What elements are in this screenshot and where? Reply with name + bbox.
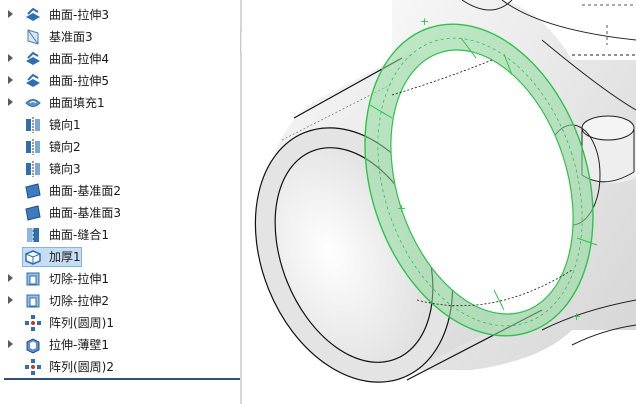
tree-item-label: 曲面-拉伸4	[49, 52, 109, 66]
tree-item[interactable]: 切除-拉伸1	[0, 268, 240, 290]
circular-pattern-icon	[24, 314, 42, 332]
tree-item-label: 基准面3	[49, 30, 93, 44]
tree-item[interactable]: 拉伸-薄壁1	[0, 334, 240, 356]
tree-item[interactable]: 曲面-基准面2	[0, 180, 240, 202]
tree-item-label: 曲面-拉伸3	[49, 8, 109, 22]
tree-item[interactable]: 曲面-拉伸5	[0, 70, 240, 92]
planar-surface-icon	[24, 204, 42, 222]
tree-item[interactable]: 曲面-缝合1	[0, 224, 240, 246]
tree-item-label: 拉伸-薄壁1	[49, 338, 109, 352]
tree-item[interactable]: 基准面3	[0, 26, 240, 48]
expand-arrow-icon[interactable]	[8, 76, 13, 84]
tree-item[interactable]: 切除-拉伸2	[0, 290, 240, 312]
mirror-icon	[24, 116, 42, 134]
thin-extrude-icon	[24, 336, 42, 354]
rollback-bar[interactable]	[4, 378, 240, 380]
tree-item[interactable]: 曲面-拉伸4	[0, 48, 240, 70]
tree-item[interactable]: 阵列(圆周)1	[0, 312, 240, 334]
tree-item-label: 切除-拉伸2	[49, 294, 109, 308]
tree-item[interactable]: 曲面-基准面3	[0, 202, 240, 224]
surface-extrude-icon	[24, 50, 42, 68]
tree-item-label: 镜向1	[49, 118, 81, 132]
svg-text:+: +	[420, 15, 429, 28]
thicken-icon	[24, 248, 42, 266]
graphics-area[interactable]: + + +	[242, 0, 636, 404]
planar-surface-icon	[24, 182, 42, 200]
circular-pattern-icon	[24, 358, 42, 376]
tree-item[interactable]: 曲面-拉伸3	[0, 4, 240, 26]
expand-arrow-icon[interactable]	[8, 98, 13, 106]
tree-item[interactable]: 镜向1	[0, 114, 240, 136]
tree-item-label: 阵列(圆周)2	[49, 360, 114, 374]
tree-item[interactable]: 阵列(圆周)2	[0, 356, 240, 378]
tree-item-label: 加厚1	[49, 250, 81, 264]
cut-extrude-icon	[24, 270, 42, 288]
tree-item-label: 镜向3	[49, 162, 81, 176]
tree-item-label: 曲面-拉伸5	[49, 74, 109, 88]
surface-extrude-icon	[24, 72, 42, 90]
tree-item-label: 曲面-缝合1	[49, 228, 109, 242]
mirror-icon	[24, 138, 42, 156]
expand-arrow-icon[interactable]	[8, 296, 13, 304]
svg-text:+: +	[572, 310, 581, 323]
tree-item-label: 曲面-基准面3	[49, 206, 121, 220]
tree-item-label: 镜向2	[49, 140, 81, 154]
expand-arrow-icon[interactable]	[8, 274, 13, 282]
tree-item-label: 切除-拉伸1	[49, 272, 109, 286]
surface-fill-icon	[24, 94, 42, 112]
knit-surface-icon	[24, 226, 42, 244]
tree-item[interactable]: 加厚1	[0, 246, 240, 268]
expand-arrow-icon[interactable]	[8, 54, 13, 62]
tree-item[interactable]: 镜向2	[0, 136, 240, 158]
surface-extrude-icon	[24, 6, 42, 24]
model-view: + + +	[254, 0, 636, 383]
tree-item-label: 阵列(圆周)1	[49, 316, 114, 330]
tree-item-label: 曲面-基准面2	[49, 184, 121, 198]
mirror-icon	[24, 160, 42, 178]
tree-item-label: 曲面填充1	[49, 96, 105, 110]
reference-plane-icon	[24, 28, 42, 46]
tree-item[interactable]: 镜向3	[0, 158, 240, 180]
expand-arrow-icon[interactable]	[8, 10, 13, 18]
svg-text:+: +	[397, 202, 406, 215]
expand-arrow-icon[interactable]	[8, 340, 13, 348]
tree-item[interactable]: 曲面填充1	[0, 92, 240, 114]
feature-manager-tree: 曲面-拉伸3 基准面3 曲面-拉伸4 曲面-拉伸5 曲面填充1 镜向1 镜向2 镜向3 曲面-基…	[0, 0, 240, 404]
cut-extrude-icon	[24, 292, 42, 310]
